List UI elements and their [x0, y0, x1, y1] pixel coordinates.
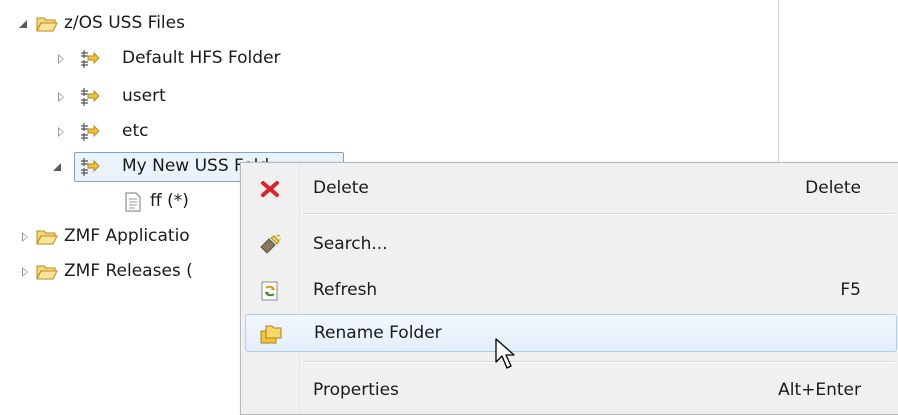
expand-triangle-icon[interactable]: [16, 17, 30, 31]
tree-node-label: ZMF Releases (: [64, 261, 193, 281]
menu-item-search[interactable]: Search...: [245, 226, 895, 262]
menu-item-accelerator: F5: [840, 280, 861, 300]
tree-node-label: usert: [122, 86, 166, 106]
menu-item-label: Delete: [313, 178, 369, 198]
collapsed-triangle-icon[interactable]: [18, 265, 32, 279]
rename-folder-icon: [260, 325, 282, 344]
refresh-icon: [261, 281, 278, 301]
mouse-pointer-icon: [495, 338, 515, 369]
menu-item-label: Rename Folder: [314, 323, 442, 343]
menu-item-label: Refresh: [313, 280, 378, 300]
uss-folder-arrow-icon: [81, 158, 100, 176]
delete-x-icon: [261, 181, 279, 197]
collapsed-triangle-icon[interactable]: [54, 125, 68, 139]
menu-item-accelerator: Alt+Enter: [778, 380, 861, 400]
menu-item-label: Properties: [313, 380, 399, 400]
collapsed-triangle-icon[interactable]: [18, 230, 32, 244]
menu-item-refresh[interactable]: Refresh F5: [245, 272, 895, 308]
tree-node-label: ZMF Applicatio: [64, 226, 190, 246]
tree-node-label: ff (*): [150, 191, 189, 211]
uss-folder-arrow-icon: [81, 123, 100, 141]
collapsed-triangle-icon[interactable]: [54, 52, 68, 66]
folder-open-icon: [36, 230, 58, 245]
folder-open-icon: [36, 265, 58, 280]
tree-node-label: Default HFS Folder: [122, 48, 281, 68]
tree-node-label: z/OS USS Files: [64, 13, 185, 33]
text-file-icon: [125, 192, 141, 212]
menu-item-label: Search...: [313, 234, 388, 254]
menu-item-properties[interactable]: Properties Alt+Enter: [245, 372, 895, 408]
menu-separator: [303, 361, 895, 363]
expand-triangle-icon[interactable]: [50, 160, 64, 174]
uss-folder-arrow-icon: [81, 50, 100, 68]
menu-item-rename-folder[interactable]: Rename Folder: [245, 314, 897, 352]
collapsed-triangle-icon[interactable]: [54, 90, 68, 104]
uss-folder-arrow-icon: [81, 88, 100, 106]
tree-node-label: etc: [122, 121, 149, 141]
folder-open-icon: [36, 17, 58, 32]
menu-item-accelerator: Delete: [805, 178, 861, 198]
menu-separator: [303, 213, 895, 215]
context-menu: Delete Delete Search... Refresh F5 Renam…: [240, 162, 898, 415]
menu-item-delete[interactable]: Delete Delete: [245, 170, 895, 206]
search-flashlight-icon: [260, 234, 281, 254]
